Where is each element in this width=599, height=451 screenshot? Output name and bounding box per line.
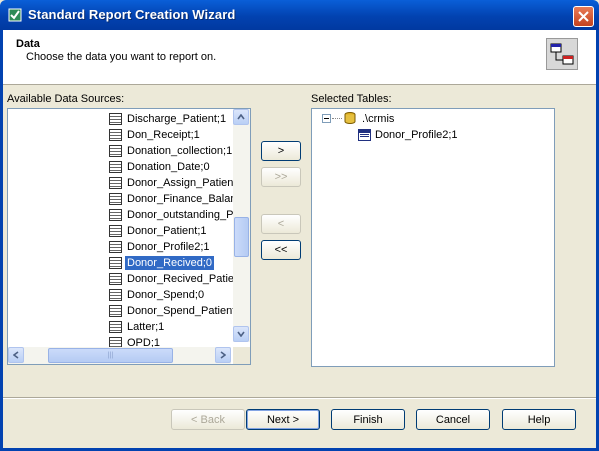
list-item[interactable]: Donor_Assign_Patient [109,175,238,191]
table-icon [109,177,122,189]
scroll-left-button[interactable] [8,347,24,363]
table-icon [109,225,122,237]
close-icon [578,11,589,22]
horizontal-scrollbar[interactable]: ||| [8,347,231,364]
chevron-up-icon [237,114,245,120]
dialog-body: Data Choose the data you want to report … [0,30,599,451]
selected-tables-tree[interactable]: .\crmis Donor_Profile2;1 [311,108,555,367]
horizontal-scroll-thumb[interactable]: ||| [48,348,173,363]
table-icon [109,257,122,269]
table-icon [109,161,122,173]
table-icon [109,305,122,317]
minus-icon [324,118,329,119]
wizard-app-icon [8,8,22,22]
list-item[interactable]: Discharge_Patient;1 [109,111,228,127]
table-icon [109,113,122,125]
table-icon [109,273,122,285]
list-item-label: Donor_Patient;1 [127,225,207,237]
remove-table-button[interactable]: < [261,214,301,234]
table-icon [109,209,122,221]
add-all-tables-button[interactable]: >> [261,167,301,187]
finish-button[interactable]: Finish [331,409,405,430]
remove-all-tables-button[interactable]: << [261,240,301,260]
chevron-right-icon [220,351,226,359]
chevron-down-icon [237,331,245,337]
tree-connector [332,118,342,119]
scroll-up-button[interactable] [233,109,249,125]
table-icon [109,289,122,301]
available-data-sources-list[interactable]: Discharge_Patient;1 Don_Receipt;1 Donation… [7,108,251,365]
list-item-label: Donor_Spend_Patient [127,305,236,317]
table-icon [358,129,371,141]
available-data-sources-label: Available Data Sources: [7,93,125,105]
list-item[interactable]: Don_Receipt;1 [109,127,202,143]
data-link-icon [546,38,578,70]
chevron-left-icon [13,351,19,359]
back-button[interactable]: < Back [171,409,245,430]
list-item[interactable]: Donor_Profile2;1 [109,239,212,255]
page-title: Data [16,38,40,50]
list-item-label: Donor_Profile2;1 [127,241,210,253]
tree-child-item[interactable]: Donor_Profile2;1 [375,127,458,143]
window-title: Standard Report Creation Wizard [28,7,236,22]
list-item-label: Donor_Recived_Patien [127,273,241,285]
list-item-label: Don_Receipt;1 [127,129,200,141]
help-button[interactable]: Help [502,409,576,430]
cancel-button[interactable]: Cancel [416,409,490,430]
close-button[interactable] [573,6,594,27]
list-item-label: Donor_Recived;0 [125,256,214,270]
page-subtitle: Choose the data you want to report on. [26,51,217,63]
list-item[interactable]: Donor_Finance_Balance [109,191,250,207]
tree-root-label: .\crmis [362,113,395,125]
selected-tables-label: Selected Tables: [311,93,392,105]
scrollbar-corner [233,347,250,364]
list-item[interactable]: Latter;1 [109,319,166,335]
table-icon [109,193,122,205]
list-item[interactable]: Donor_outstanding_Pr [109,207,239,223]
tree-child-label: Donor_Profile2;1 [375,129,458,141]
list-item[interactable]: Donation_collection;1 [109,143,234,159]
list-item-label: Donor_Assign_Patient [127,177,237,189]
collapse-toggle[interactable] [322,114,331,123]
table-icon [109,145,122,157]
database-icon [343,111,357,125]
list-item-label: Latter;1 [127,321,165,333]
vertical-scroll-thumb[interactable] [234,217,249,257]
list-item-label: Donor_Finance_Balance [127,193,249,205]
table-icon [109,129,122,141]
table-icon [109,321,122,333]
table-icon [109,241,122,253]
title-bar: Standard Report Creation Wizard [0,0,599,30]
wizard-header: Data Choose the data you want to report … [3,30,596,85]
tree-root-item[interactable]: .\crmis [362,111,394,127]
list-item[interactable]: Donor_Recived_Patien [109,271,242,287]
vertical-scrollbar[interactable] [233,109,250,342]
next-button[interactable]: Next > [246,409,320,430]
list-item[interactable]: Donor_Spend;0 [109,287,206,303]
list-item[interactable]: Donor_Spend_Patient [109,303,237,319]
list-item-label: Discharge_Patient;1 [127,113,227,125]
list-item-label: Donation_Date;0 [127,161,210,173]
scroll-down-button[interactable] [233,326,249,342]
list-item[interactable]: Donor_Patient;1 [109,223,209,239]
list-item-label: Donor_outstanding_Pr [127,209,238,221]
footer-separator [3,397,596,399]
list-item-label: Donor_Spend;0 [127,289,205,301]
add-table-button[interactable]: > [261,141,301,161]
list-item-label: Donation_collection;1 [127,145,233,157]
list-item[interactable]: Donor_Recived;0 [109,255,214,271]
list-item[interactable]: Donation_Date;0 [109,159,212,175]
scroll-right-button[interactable] [215,347,231,363]
